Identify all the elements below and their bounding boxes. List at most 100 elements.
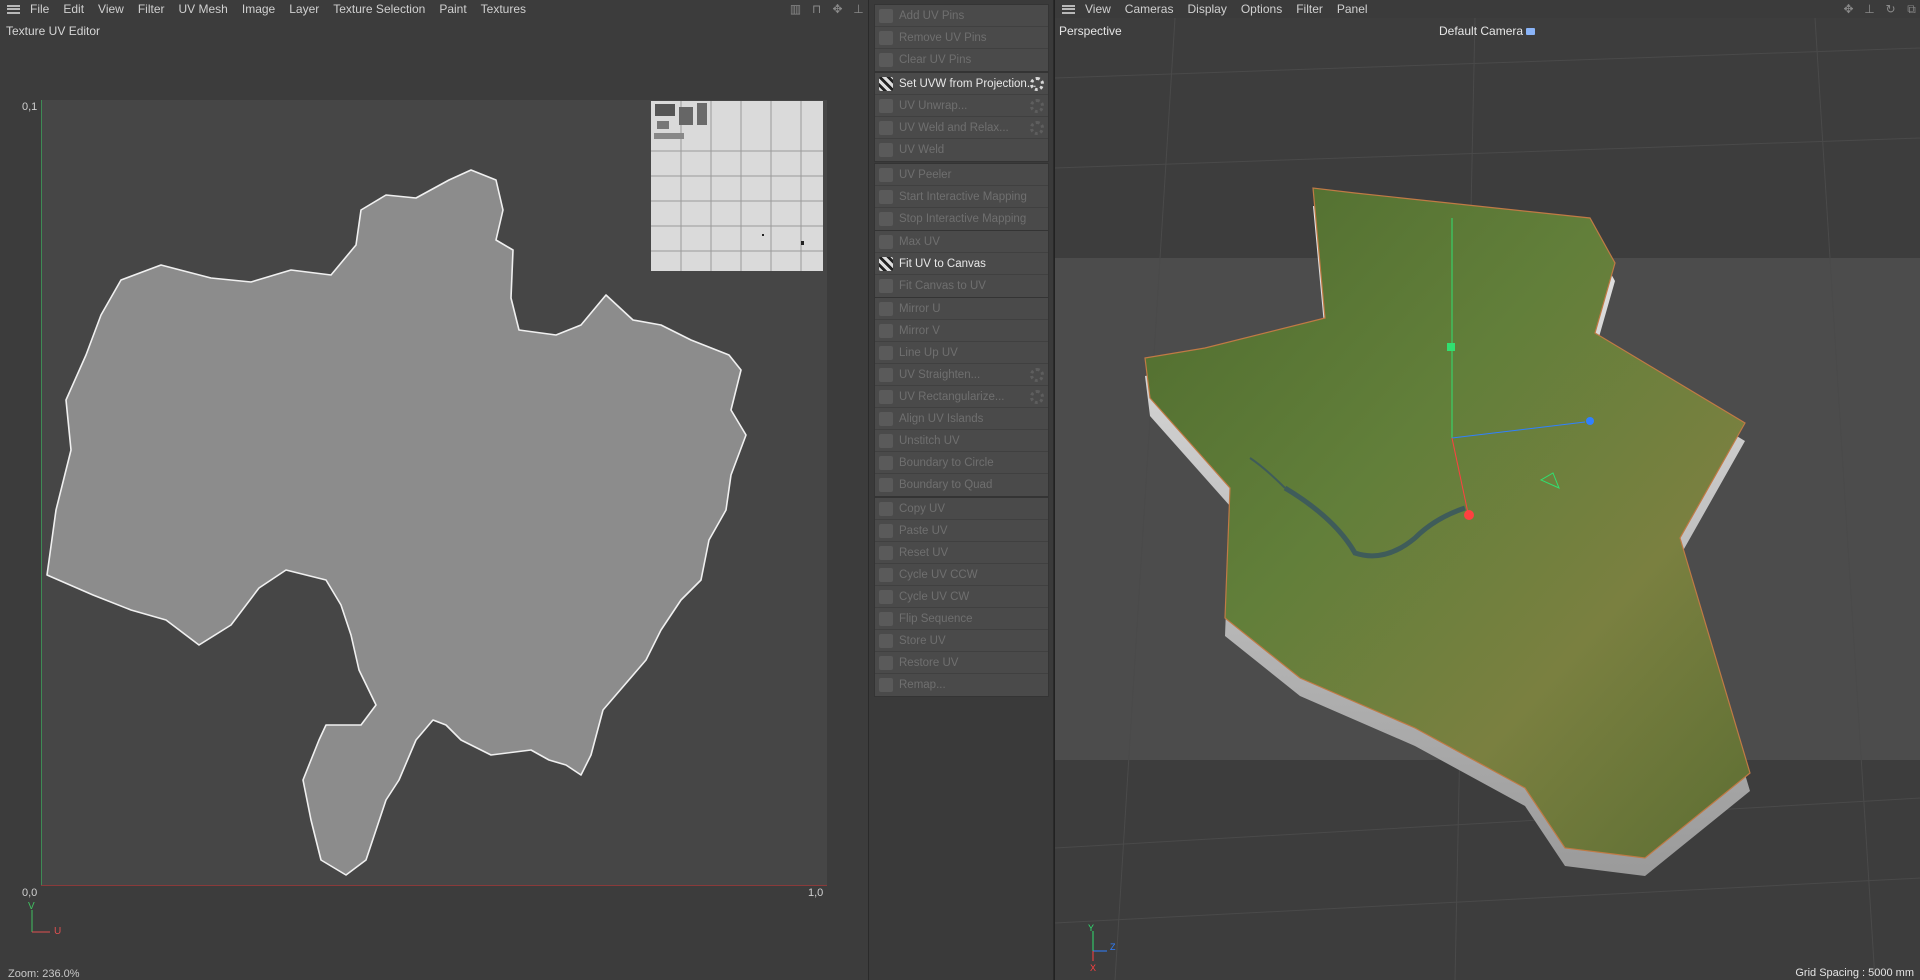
add-uv-pins-button[interactable]: Add UV Pins [875,5,1048,27]
button-label: Store UV [899,634,946,647]
cycle-uv-ccw-button[interactable]: Cycle UV CCW [875,564,1048,586]
uv-weld-button[interactable]: UV Weld [875,139,1048,161]
menu-filter[interactable]: Filter [131,0,172,18]
uv-u-axis-line [41,885,827,886]
fit-uv-to-canvas-button[interactable]: Fit UV to Canvas [875,253,1048,275]
uv-panel-menu-toggle[interactable] [0,0,26,18]
rotate-cw-icon [879,589,893,604]
flip-sequence-button[interactable]: Flip Sequence [875,608,1048,630]
uv-unwrap-button[interactable]: UV Unwrap... [875,95,1048,117]
zoom-status: Zoom: 236.0% [8,968,80,980]
cycle-uv-cw-button[interactable]: Cycle UV CW [875,586,1048,608]
stop-interactive-mapping-button[interactable]: Stop Interactive Mapping [875,208,1048,230]
viewport-camera[interactable]: Default Camera [1439,24,1536,38]
rectangularize-icon [879,389,893,404]
menu-options[interactable]: Options [1234,0,1289,18]
fit-uv-icon [879,279,893,293]
max-uv-button[interactable]: Max UV [875,231,1048,253]
uv-editor-title: Texture UV Editor [6,24,101,38]
line-up-uv-button[interactable]: Line Up UV [875,342,1048,364]
reset-icon [879,545,893,560]
remap-button[interactable]: Remap... [875,674,1048,696]
camera-icon [1526,27,1536,35]
pin-icon[interactable]: ⊥ [851,2,866,17]
boundary-to-circle-button[interactable]: Boundary to Circle [875,452,1048,474]
uv-v-axis-label: V [28,901,35,912]
button-label: UV Rectangularize... [899,390,1005,403]
unstitch-uv-button[interactable]: Unstitch UV [875,430,1048,452]
uv-weld-and-relax-button[interactable]: UV Weld and Relax... [875,117,1048,139]
move-view-icon[interactable]: ✥ [830,2,845,17]
copy-uv-button[interactable]: Copy UV [875,498,1048,520]
gear-icon[interactable] [1030,390,1044,404]
store-icon [879,633,893,648]
menu-textures[interactable]: Textures [474,0,533,18]
button-label: Cycle UV CW [899,590,970,603]
viewport-tool-icons: ✥ ⊥ ↻ ⧉ [1841,0,1919,18]
menu-image[interactable]: Image [235,0,282,18]
rotate-view-icon[interactable]: ↻ [1883,2,1898,17]
boundary-to-quad-button[interactable]: Boundary to Quad [875,474,1048,496]
pin-icon[interactable]: ⊥ [1862,2,1877,17]
maximize-icon[interactable]: ⧉ [1904,2,1919,17]
clear-uv-pins-button[interactable]: Clear UV Pins [875,49,1048,71]
button-label: Mirror U [899,302,941,315]
menu-panel[interactable]: Panel [1330,0,1375,18]
gizmo-y-handle[interactable] [1447,343,1455,351]
peeler-icon [879,167,893,182]
checker-icon [879,76,893,91]
restore-uv-button[interactable]: Restore UV [875,652,1048,674]
menu-filter[interactable]: Filter [1289,0,1330,18]
button-label: Remove UV Pins [899,31,987,44]
store-uv-button[interactable]: Store UV [875,630,1048,652]
unwrap-icon [879,98,893,113]
start-interactive-mapping-button[interactable]: Start Interactive Mapping [875,186,1048,208]
menu-layer[interactable]: Layer [282,0,326,18]
align-islands-icon [879,411,893,426]
viewport-scene[interactable] [1055,18,1920,980]
gizmo-x-handle[interactable] [1464,510,1474,520]
menu-view[interactable]: View [91,0,131,18]
max-uv-icon [879,234,893,249]
menu-display[interactable]: Display [1180,0,1233,18]
menu-view[interactable]: View [1081,0,1118,18]
gear-icon[interactable] [1030,121,1044,135]
palette-group-pins: Add UV Pins Remove UV Pins Clear UV Pins [874,4,1049,72]
menu-texture-selection[interactable]: Texture Selection [326,0,432,18]
set-uvw-from-projection-button[interactable]: Set UVW from Projection... [875,73,1048,95]
boundary-circle-icon [879,455,893,470]
pin-add-icon [879,8,893,23]
paste-uv-button[interactable]: Paste UV [875,520,1048,542]
menu-cameras[interactable]: Cameras [1118,0,1181,18]
menu-edit[interactable]: Edit [56,0,91,18]
mirror-v-icon [879,323,893,338]
gear-icon[interactable] [1030,368,1044,382]
menu-paint[interactable]: Paint [432,0,473,18]
menu-file[interactable]: File [26,0,56,18]
uv-texture-thumbnail[interactable] [651,101,823,271]
gizmo-z-handle[interactable] [1586,417,1594,425]
mirror-u-button[interactable]: Mirror U [875,298,1048,320]
menu-uv-mesh[interactable]: UV Mesh [172,0,235,18]
viewport-menu-toggle[interactable] [1055,0,1081,18]
gear-icon[interactable] [1030,77,1044,91]
lock-icon[interactable]: ⊓ [809,2,824,17]
uv-panel-tool-icons: ▥ ⊓ ✥ ⊥ [788,0,866,18]
uv-straighten-button[interactable]: UV Straighten... [875,364,1048,386]
move-view-icon[interactable]: ✥ [1841,2,1856,17]
button-label: Fit Canvas to UV [899,280,986,292]
gear-icon[interactable] [1030,99,1044,113]
fit-canvas-to-uv-button[interactable]: Fit Canvas to UV [875,275,1048,297]
perspective-viewport[interactable]: View Cameras Display Options Filter Pane… [1054,0,1920,980]
remove-uv-pins-button[interactable]: Remove UV Pins [875,27,1048,49]
uv-rectangularize-button[interactable]: UV Rectangularize... [875,386,1048,408]
mirror-v-button[interactable]: Mirror V [875,320,1048,342]
histogram-icon[interactable]: ▥ [788,2,803,17]
palette-group-mapping: UV Peeler Start Interactive Mapping Stop… [874,163,1049,231]
align-uv-islands-button[interactable]: Align UV Islands [875,408,1048,430]
uv-peeler-button[interactable]: UV Peeler [875,164,1048,186]
reset-uv-button[interactable]: Reset UV [875,542,1048,564]
viewport-y-axis-label: Y [1088,923,1095,933]
viewport-view-name: Perspective [1059,24,1122,38]
button-label: Copy UV [899,502,946,515]
